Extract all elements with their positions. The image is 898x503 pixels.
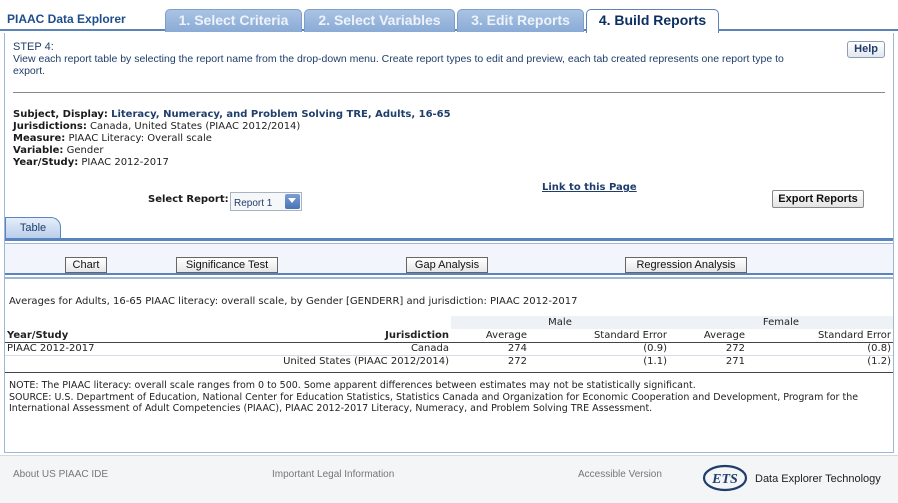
report-title: Averages for Adults, 16-65 PIAAC literac… (9, 296, 578, 307)
cell-year (5, 354, 185, 368)
col-jurisdiction: Jurisdiction (185, 329, 451, 343)
divider (13, 92, 885, 93)
subject-value: Literacy, Numeracy, and Problem Solving … (111, 109, 451, 120)
cell-female-se: (1.2) (747, 354, 893, 368)
measure-label: Measure: (13, 133, 66, 144)
variable-value: Gender (66, 145, 104, 156)
variable-label: Variable: (13, 145, 64, 156)
tab-edit-reports[interactable]: 3. Edit Reports (457, 9, 584, 32)
tab-select-variables[interactable]: 2. Select Variables (304, 9, 455, 32)
link-to-page[interactable]: Link to this Page (542, 182, 637, 193)
table-notes: NOTE: The PIAAC literacy: overall scale … (9, 380, 891, 415)
tab-build-reports[interactable]: 4. Build Reports (586, 9, 719, 33)
col-female-average: Average (669, 329, 747, 343)
cell-female-average: 272 (725, 343, 745, 354)
group-female: Female (669, 316, 893, 329)
source-text: SOURCE: U.S. Department of Education, Na… (9, 391, 859, 415)
significance-test-button[interactable]: Significance Test (176, 257, 278, 273)
cell-year: PIAAC 2012-2017 (7, 343, 95, 354)
cell-female-average: 271 (669, 354, 747, 368)
cell-jurisdiction: United States (PIAAC 2012/2014) (185, 354, 451, 368)
cell-female-se: (0.8) (867, 343, 891, 354)
note-text: NOTE: The PIAAC literacy: overall scale … (9, 380, 696, 391)
col-female-se: Standard Error (747, 329, 893, 343)
select-report-dropdown[interactable]: Report 1 (230, 192, 302, 211)
toolbar-divider (5, 277, 893, 279)
regression-analysis-button[interactable]: Regression Analysis (625, 257, 747, 273)
chevron-down-icon[interactable] (285, 194, 300, 209)
group-male: Male (451, 316, 669, 329)
step-title: STEP 4: (13, 41, 54, 53)
table-bottom-rule (5, 372, 893, 373)
select-report-label: Select Report: (148, 194, 229, 205)
cell-male-average: 274 (507, 343, 527, 354)
top-navigation: PIAAC Data Explorer 1. Select Criteria 2… (0, 0, 898, 33)
subject-label: Subject, Display: (13, 109, 108, 120)
help-button[interactable]: Help (847, 41, 885, 58)
tab-table[interactable]: Table (5, 217, 61, 239)
accessible-version-link[interactable]: Accessible Version (578, 469, 662, 480)
jurisdictions-value: Canada, United States (PIAAC 2012/2014) (90, 121, 301, 132)
gap-analysis-button[interactable]: Gap Analysis (406, 257, 488, 273)
subtab-underline (5, 238, 893, 241)
year-label: Year/Study: (13, 157, 79, 168)
ets-logo: ETS (702, 464, 748, 492)
measure-value: PIAAC Literacy: Overall scale (68, 133, 212, 144)
footer: About US PIAAC IDE Important Legal Infor… (0, 455, 898, 503)
table-row: United States (PIAAC 2012/2014) 272 (1.1… (5, 354, 893, 368)
ets-tagline: Data Explorer Technology (755, 473, 881, 485)
cell-male-se: (0.9) (643, 343, 667, 354)
main-panel: STEP 4: View each report table by select… (4, 33, 894, 453)
legal-link[interactable]: Important Legal Information (272, 469, 394, 480)
app-title: PIAAC Data Explorer (7, 12, 126, 26)
report-table: Male Female Year/Study Jurisdiction Aver… (5, 316, 893, 368)
export-reports-button[interactable]: Export Reports (772, 190, 864, 208)
step-description: View each report table by selecting the … (13, 53, 784, 77)
cell-jurisdiction: Canada (410, 343, 449, 354)
year-value: PIAAC 2012-2017 (81, 157, 169, 168)
analysis-toolbar: Chart Significance Test Gap Analysis Reg… (5, 243, 893, 275)
chart-button[interactable]: Chart (65, 257, 107, 273)
select-report-value: Report 1 (234, 198, 273, 209)
col-male-average: Average (451, 329, 529, 343)
ets-logo-text: ETS (711, 472, 738, 487)
col-male-se: Standard Error (529, 329, 669, 343)
jurisdictions-label: Jurisdictions: (13, 121, 87, 132)
col-year-study: Year/Study (5, 329, 185, 343)
table-row: PIAAC 2012-2017 Canada 274 (0.9) 272 (0.… (5, 342, 893, 355)
about-link[interactable]: About US PIAAC IDE (13, 469, 108, 480)
report-criteria: Subject, Display: Literacy, Numeracy, an… (13, 109, 451, 169)
tab-select-criteria[interactable]: 1. Select Criteria (165, 9, 302, 32)
cell-male-average: 272 (451, 354, 529, 368)
cell-male-se: (1.1) (529, 354, 669, 368)
